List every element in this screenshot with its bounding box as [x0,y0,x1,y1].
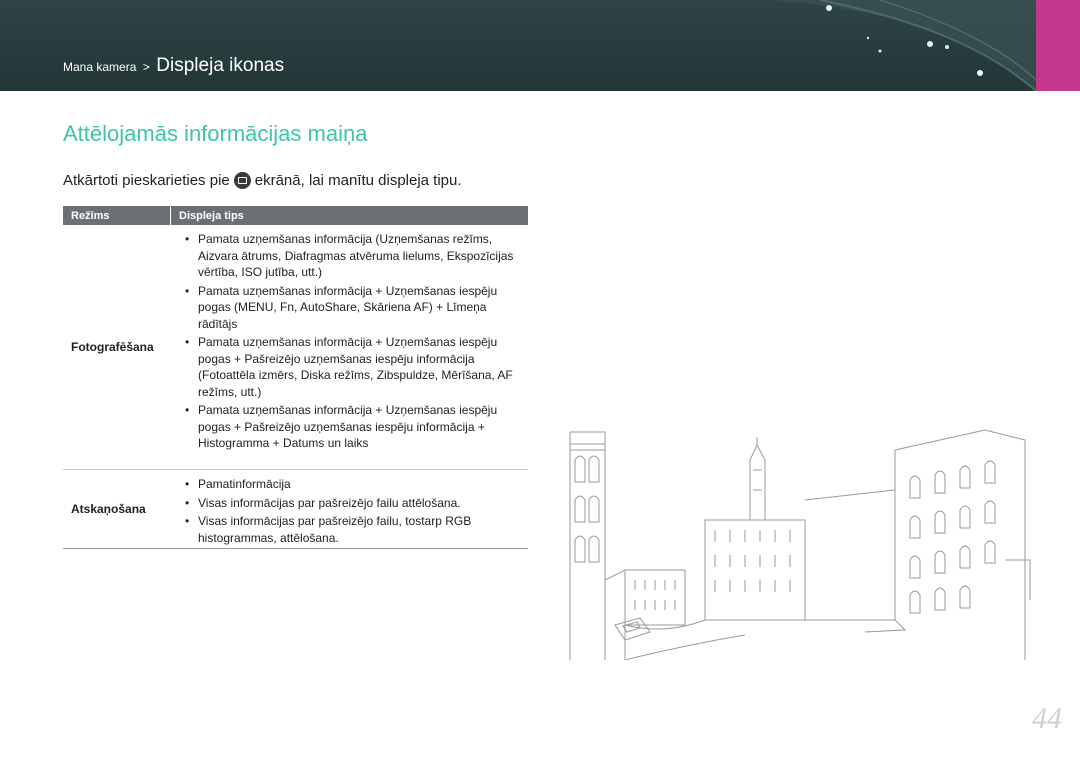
instruction-text-before: Atkārtoti pieskarieties pie [63,172,230,189]
chapter-tab[interactable] [1036,0,1080,91]
row-items: Pamata uzņemšanas informācija (Uzņemšana… [179,225,528,469]
list-item: Pamata uzņemšanas informācija (Uzņemšana… [179,231,528,281]
page-number: 44 [1032,702,1062,735]
row-mode-label: Fotografēšana [71,340,154,354]
page-title: Attēlojamās informācijas maiņa [63,121,368,146]
display-button-icon [233,172,251,189]
list-item: Visas informācijas par pašreizējo failu … [179,495,528,512]
row-mode-label: Atskaņošana [71,502,146,516]
breadcrumb-separator: > [142,60,150,74]
instruction-text-after: ekrānā, lai manītu displeja tipu. [254,172,462,189]
breadcrumb: Mana kamera > Displeja ikonas [63,55,284,77]
list-item: Pamatinformācija [179,476,528,493]
list-item: Visas informācijas par pašreizējo failu,… [179,513,528,546]
header-banner: Mana kamera > Displeja ikonas [0,0,1036,91]
header-mode: Režīms [63,206,171,225]
list-item: Pamata uzņemšanas informācija + Uzņemšan… [179,283,528,333]
city-canal-illustration [569,429,1031,660]
table-row: Atskaņošana Pamatinformācija Visas infor… [63,470,528,549]
instruction-line: Atkārtoti pieskarieties pie ekrānā, lai … [63,172,462,189]
list-item: Pamata uzņemšanas informācija + Uzņemšan… [179,402,528,452]
breadcrumb-parent[interactable]: Mana kamera [63,60,136,74]
display-modes-table: Režīms Displeja tips Fotografēšana Pamat… [63,206,528,549]
breadcrumb-current: Displeja ikonas [156,55,285,76]
row-items: Pamatinformācija Visas informācijas par … [179,470,528,548]
list-item: Pamata uzņemšanas informācija + Uzņemšan… [179,334,528,400]
header-decoration [770,0,1036,91]
table-row: Fotografēšana Pamata uzņemšanas informāc… [63,225,528,470]
table-header: Režīms Displeja tips [63,206,528,225]
header-display-type: Displeja tips [179,209,244,222]
